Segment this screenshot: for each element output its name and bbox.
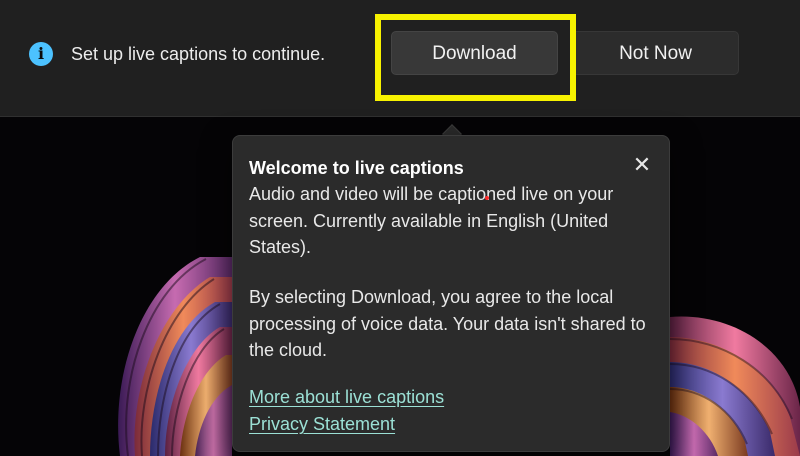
screen: i Set up live captions to continue. Down… [0,0,800,456]
live-captions-flyout: Welcome to live captions ✕ Audio and vid… [232,135,670,452]
info-icon: i [29,42,53,66]
close-icon[interactable]: ✕ [627,150,657,180]
privacy-statement-link[interactable]: Privacy Statement [249,412,395,436]
flyout-title: Welcome to live captions [249,158,464,178]
not-now-button[interactable]: Not Now [572,31,739,75]
setup-message: Set up live captions to continue. [71,44,326,64]
more-about-live-captions-link[interactable]: More about live captions [249,385,444,409]
live-captions-bar: i Set up live captions to continue. Down… [0,0,800,117]
download-button[interactable]: Download [391,31,558,75]
flyout-description: Audio and video will be captioned live o… [249,184,614,257]
pointer-dot [485,196,489,200]
flyout-privacy-notice: By selecting Download, you agree to the … [249,287,646,360]
